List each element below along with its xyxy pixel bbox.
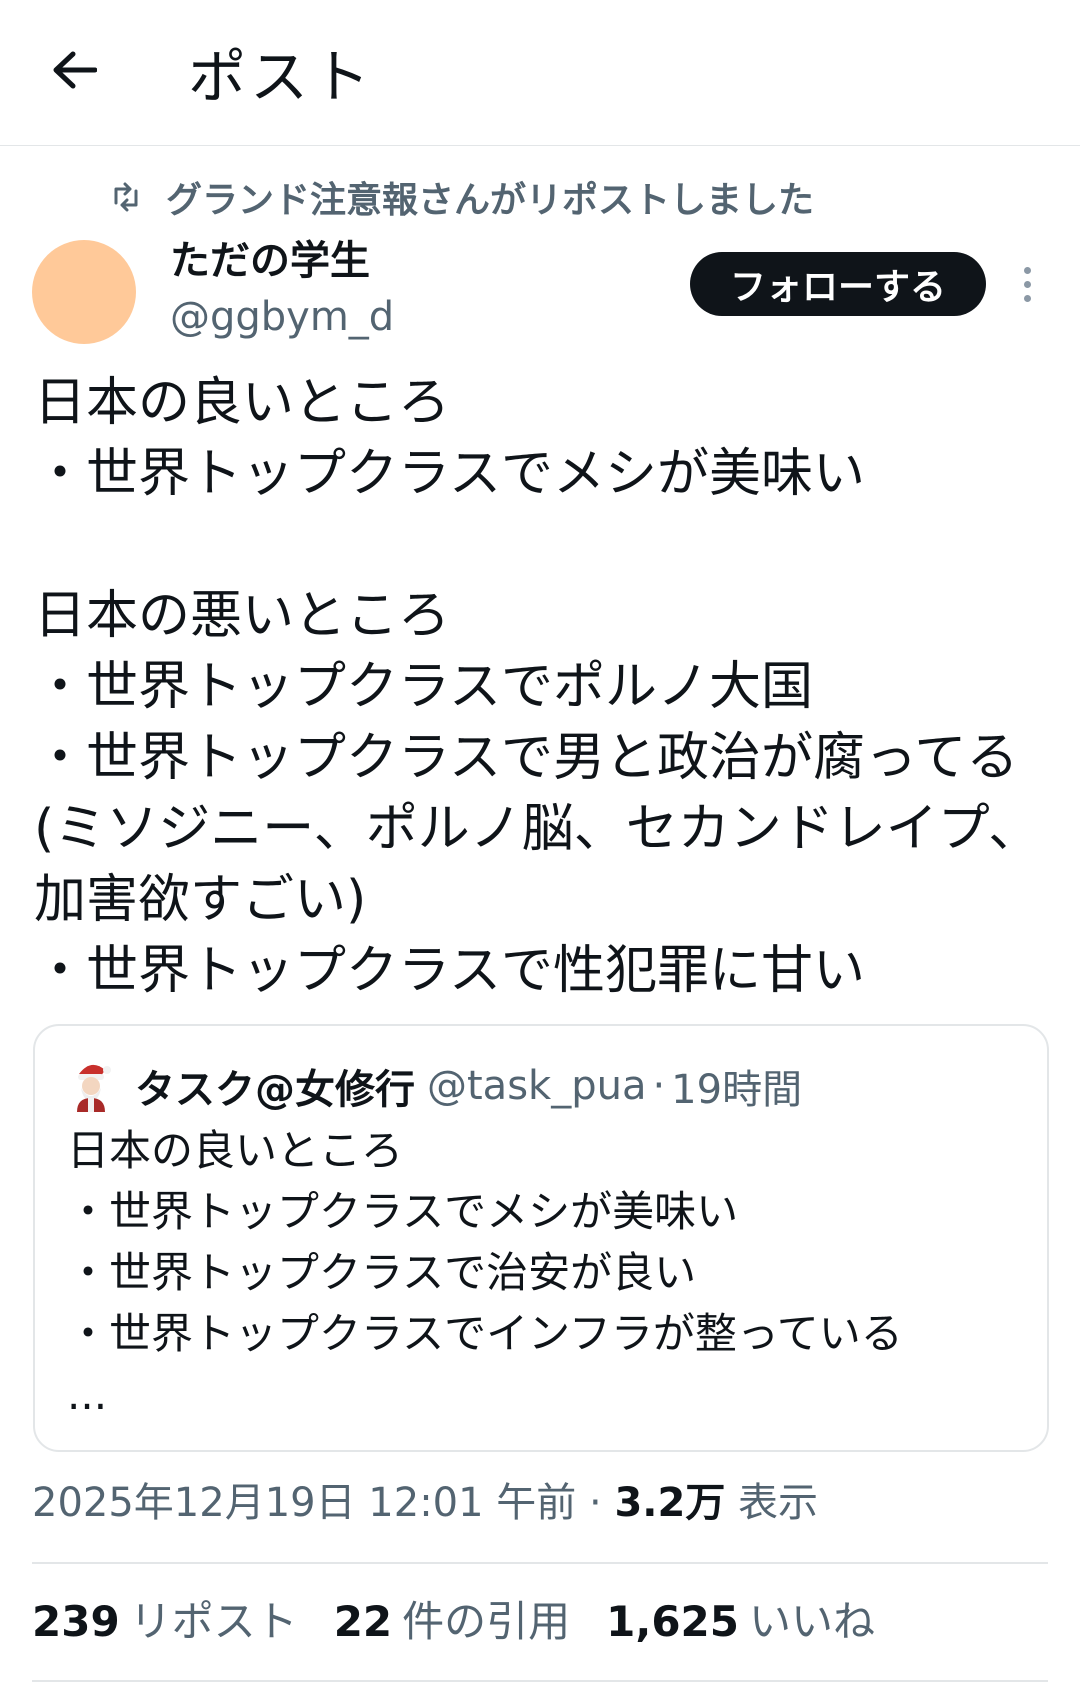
separator-dot: · bbox=[652, 1063, 666, 1109]
post-line: 日本の良いところ bbox=[34, 373, 451, 433]
post-line: ・世界トップクラスでメシが美味い bbox=[34, 444, 865, 504]
author-avatar[interactable] bbox=[32, 240, 136, 344]
reposts-label: リポスト bbox=[129, 1597, 298, 1646]
post-line: 加害欲すごい) bbox=[34, 870, 367, 930]
post-line: ・世界トップクラスで男と政治が腐ってる bbox=[34, 728, 1019, 788]
quoted-post-text: 日本の良いところ ・世界トップクラスでメシが美味い ・世界トップクラスで治安が良… bbox=[67, 1120, 903, 1425]
post-timestamp[interactable]: 2025年12月19日 12:01 午前 bbox=[32, 1480, 576, 1526]
quoted-post-time: 19時間 bbox=[671, 1067, 803, 1113]
quoted-post-line: 日本の良いところ bbox=[67, 1126, 404, 1175]
quoted-author-name: タスク@女修行 bbox=[135, 1067, 415, 1113]
arrow-left-icon bbox=[53, 51, 97, 89]
likes-count: 1,625 bbox=[606, 1597, 740, 1646]
views-label: 表示 bbox=[738, 1480, 819, 1526]
more-vertical-icon bbox=[1023, 266, 1031, 274]
santa-character-avatar-icon bbox=[77, 1064, 111, 1112]
post-line: ・世界トップクラスで性犯罪に甘い bbox=[34, 941, 865, 1001]
quoted-post-ellipsis: ... bbox=[67, 1370, 108, 1419]
repost-text: グランド注意報さんがリポストしました bbox=[166, 180, 815, 221]
repost-context[interactable]: グランド注意報さんがリポストしました bbox=[108, 172, 814, 222]
follow-button[interactable]: フォローする bbox=[690, 252, 986, 316]
post-line bbox=[34, 510, 1054, 581]
post-line: (ミソジニー、ポルノ脳、セカンドレイプ、 bbox=[34, 799, 1041, 859]
quotes-count: 22 bbox=[333, 1597, 393, 1646]
page-title: ポスト bbox=[188, 43, 375, 111]
back-button[interactable] bbox=[44, 40, 104, 100]
repost-icon bbox=[114, 182, 138, 212]
divider bbox=[32, 1562, 1048, 1564]
quoted-author-handle: @task_pua bbox=[427, 1063, 647, 1109]
quoted-post-line: ・世界トップクラスでメシが美味い bbox=[67, 1187, 739, 1236]
more-vertical-icon bbox=[1023, 280, 1031, 288]
reposts-stat[interactable]: 239 リポスト bbox=[32, 1592, 298, 1652]
post-line: 日本の悪いところ bbox=[34, 586, 451, 646]
author-name[interactable]: ただの学生 bbox=[170, 236, 370, 286]
quoted-post-header: タスク@女修行 @task_pua · 19時間 bbox=[69, 1058, 802, 1114]
quoted-post-card[interactable]: タスク@女修行 @task_pua · 19時間 日本の良いところ ・世界トップ… bbox=[33, 1024, 1049, 1452]
engagement-stats: 239 リポスト 22 件の引用 1,625 いいね bbox=[32, 1592, 911, 1652]
top-bar: ポスト bbox=[0, 0, 1080, 146]
reposts-count: 239 bbox=[32, 1597, 120, 1646]
author-handle[interactable]: @ggbym_d bbox=[170, 292, 394, 342]
post-metadata: 2025年12月19日 12:01 午前 · 3.2万 表示 bbox=[32, 1474, 818, 1532]
separator-dot: · bbox=[589, 1480, 602, 1526]
more-vertical-icon bbox=[1023, 294, 1031, 302]
post-line: ・世界トップクラスでポルノ大国 bbox=[34, 657, 813, 717]
quoted-post-line: ・世界トップクラスで治安が良い bbox=[67, 1248, 697, 1297]
quotes-label: 件の引用 bbox=[402, 1597, 571, 1646]
post-text: 日本の良いところ ・世界トップクラスでメシが美味い 日本の悪いところ ・世界トッ… bbox=[34, 368, 1054, 1007]
more-options-button[interactable] bbox=[1012, 256, 1042, 312]
divider bbox=[32, 1680, 1048, 1682]
views-count: 3.2万 bbox=[614, 1480, 726, 1526]
likes-label: いいね bbox=[749, 1597, 876, 1646]
likes-stat[interactable]: 1,625 いいね bbox=[606, 1592, 875, 1652]
quotes-stat[interactable]: 22 件の引用 bbox=[334, 1592, 570, 1652]
quoted-post-line: ・世界トップクラスでインフラが整っている bbox=[67, 1309, 903, 1358]
